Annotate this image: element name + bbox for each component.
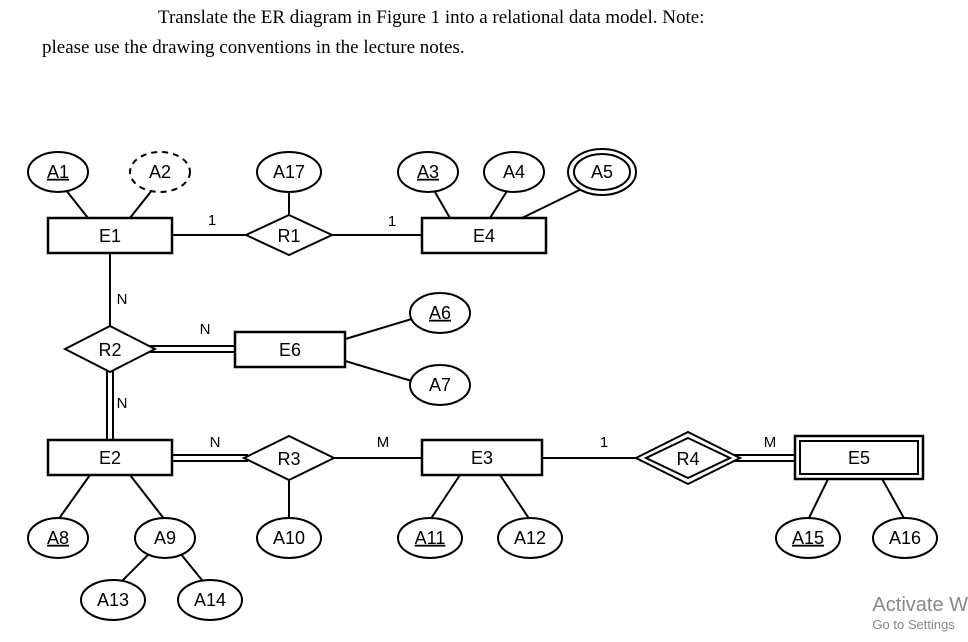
card-e2-r3: N <box>210 434 221 451</box>
attr-a3-label: A3 <box>417 162 439 182</box>
attr-a14-label: A14 <box>194 590 226 610</box>
attr-a12-label: A12 <box>514 528 546 548</box>
card-e1-r2: N <box>117 291 128 308</box>
attr-a13-label: A13 <box>97 590 129 610</box>
watermark-sub: Go to Settings <box>872 617 968 632</box>
attr-a7-label: A7 <box>429 375 451 395</box>
card-e2-r2: N <box>117 395 128 412</box>
card-e1-r1: 1 <box>208 212 216 229</box>
rel-r4-label: R4 <box>676 449 699 469</box>
card-e3-r3: M <box>377 434 390 451</box>
attr-a11-label: A11 <box>415 528 446 548</box>
card-e5-r4: M <box>764 434 777 451</box>
card-e6-r2: N <box>200 321 211 338</box>
rel-r2-label: R2 <box>98 340 121 360</box>
entity-e5-label: E5 <box>848 448 870 468</box>
entity-e4-label: E4 <box>473 226 495 246</box>
attr-a15-label: A15 <box>792 528 824 548</box>
er-diagram-svg: A1 A2 A17 A3 A4 A5 A6 A7 A8 A9 A10 A11 A… <box>0 0 968 642</box>
watermark-title: Activate W <box>872 594 968 617</box>
entity-e6-label: E6 <box>279 340 301 360</box>
rel-r1-label: R1 <box>277 226 300 246</box>
attr-a4-label: A4 <box>503 162 525 182</box>
attr-a9-label: A9 <box>154 528 176 548</box>
attr-a5-label: A5 <box>591 162 613 182</box>
entity-e2-label: E2 <box>99 448 121 468</box>
attr-a17-label: A17 <box>273 162 305 182</box>
attr-a16-label: A16 <box>889 528 921 548</box>
attr-a10-label: A10 <box>273 528 305 548</box>
rel-r3-label: R3 <box>277 449 300 469</box>
watermark: Activate W Go to Settings <box>872 594 968 632</box>
attr-a1-label: A1 <box>47 162 69 182</box>
entity-e3-label: E3 <box>471 448 493 468</box>
attr-a6-label: A6 <box>429 303 451 323</box>
card-e3-r4: 1 <box>600 434 608 451</box>
attr-a8-label: A8 <box>47 528 69 548</box>
card-e4-r1: 1 <box>388 213 396 230</box>
entity-e1-label: E1 <box>99 226 121 246</box>
attr-a2-label: A2 <box>149 162 171 182</box>
